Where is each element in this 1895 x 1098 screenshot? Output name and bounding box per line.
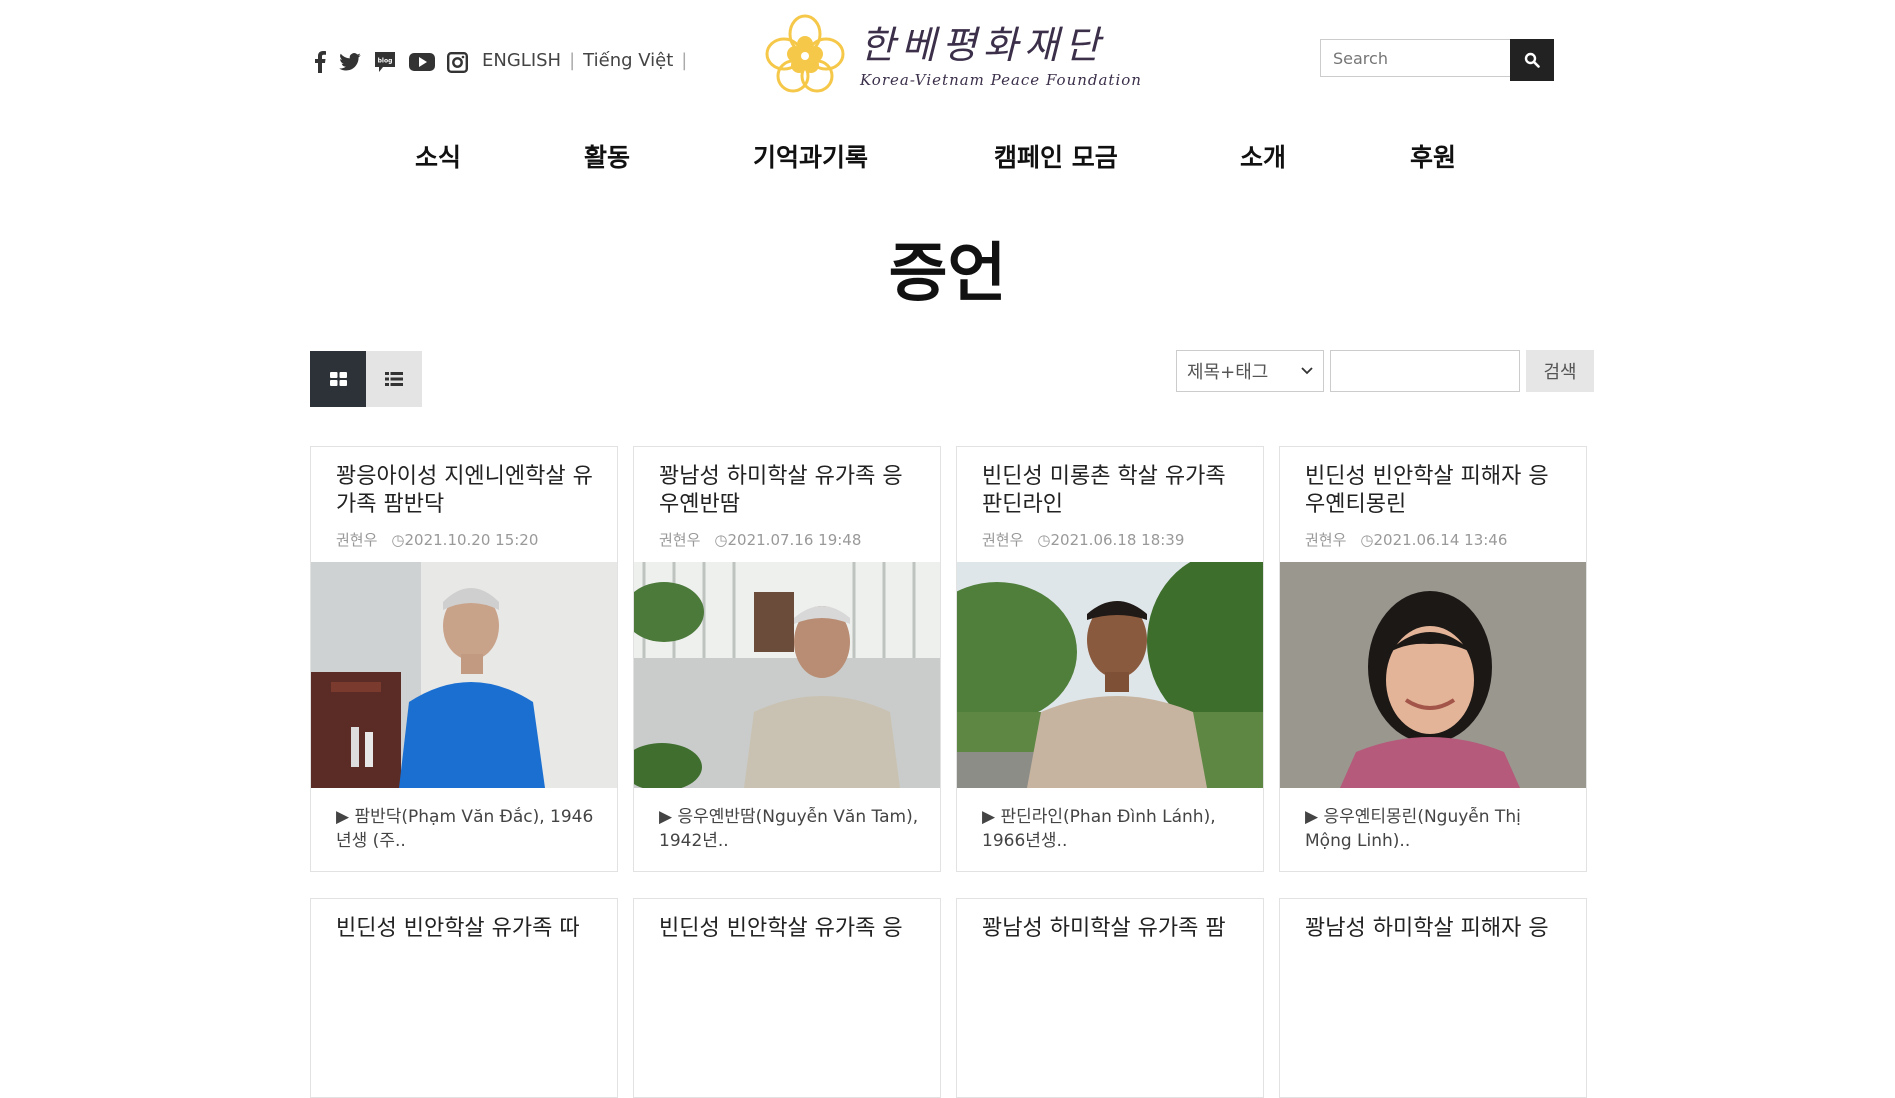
nav-item-memory-records[interactable]: 기억과기록 [753, 138, 868, 174]
twitter-icon[interactable] [339, 53, 361, 71]
keyword-input[interactable] [1330, 350, 1520, 392]
search-input[interactable] [1320, 39, 1510, 77]
divider: | [681, 50, 688, 71]
post-date-wrap: ◷2021.07.16 19:48 [714, 531, 861, 549]
post-date: 2021.06.18 18:39 [1050, 531, 1185, 549]
list-icon [385, 372, 403, 386]
facebook-icon[interactable] [313, 51, 327, 73]
post-author: 권현우 [982, 531, 1024, 549]
nav-item-activities[interactable]: 활동 [584, 138, 630, 174]
nav-item-about[interactable]: 소개 [1240, 138, 1286, 174]
post-author: 권현우 [659, 531, 701, 549]
logo-korean-text: 한베평화재단 [860, 23, 1106, 67]
post-excerpt: ▶ 응우옌티몽린(Nguyễn Thị Mộng Linh).. [1305, 807, 1521, 851]
page-title: 증언 [888, 237, 1007, 311]
post-card[interactable]: 빈딘성 미롱촌 학살 유가족 판딘라인 권현우 ◷2021.06.18 18:39… [956, 446, 1264, 872]
post-meta: 권현우 ◷2021.06.18 18:39 [982, 529, 1184, 550]
post-date-wrap: ◷2021.10.20 15:20 [391, 531, 538, 549]
post-date: 2021.07.16 19:48 [727, 531, 862, 549]
post-card[interactable]: 꽝남성 하미학살 유가족 팜 [956, 898, 1264, 1098]
post-date-wrap: ◷2021.06.14 13:46 [1360, 531, 1507, 549]
post-title[interactable]: 꽝응아이성 지엔니엔학살 유가족 팜반닥 [336, 463, 596, 519]
post-card[interactable]: 빈딘성 빈안학살 유가족 응 [633, 898, 941, 1098]
search-field-select-value: 제목+태그 [1187, 362, 1269, 383]
clock-icon: ◷ [391, 531, 405, 549]
post-author: 권현우 [1305, 531, 1347, 549]
blog-icon[interactable]: blog [373, 50, 397, 74]
flower-logo-icon [765, 14, 845, 93]
post-card[interactable]: 빈딘성 빈안학살 유가족 따 [310, 898, 618, 1098]
post-date: 2021.10.20 15:20 [404, 531, 539, 549]
lang-english-link[interactable]: ENGLISH [482, 50, 561, 71]
post-thumbnail[interactable] [1280, 562, 1586, 788]
youtube-icon[interactable] [409, 52, 435, 72]
clock-icon: ◷ [1037, 531, 1051, 549]
post-card[interactable]: 꽝남성 하미학살 피해자 응 [1279, 898, 1587, 1098]
grid-icon [329, 372, 347, 386]
nav-item-news[interactable]: 소식 [415, 138, 461, 174]
social-links: blog [313, 50, 468, 74]
site-search [1320, 39, 1554, 81]
post-meta: 권현우 ◷2021.10.20 15:20 [336, 529, 538, 550]
board-search-button[interactable]: 검색 [1526, 350, 1594, 392]
post-title[interactable]: 꽝남성 하미학살 유가족 팜 [982, 915, 1242, 943]
nav-item-support[interactable]: 후원 [1410, 138, 1456, 174]
post-date: 2021.06.14 13:46 [1373, 531, 1508, 549]
post-thumbnail[interactable] [957, 562, 1263, 788]
search-icon [1524, 52, 1540, 68]
post-thumbnail[interactable] [634, 562, 940, 788]
post-thumbnail[interactable] [311, 562, 617, 788]
clock-icon: ◷ [1360, 531, 1374, 549]
board-search: 제목+태그 검색 [1176, 350, 1594, 392]
search-field-select[interactable]: 제목+태그 [1176, 350, 1324, 392]
post-card[interactable]: 꽝남성 하미학살 유가족 응우옌반땀 권현우 ◷2021.07.16 19:48 … [633, 446, 941, 872]
post-excerpt: ▶ 판딘라인(Phan Đình Lánh), 1966년생.. [982, 807, 1216, 851]
post-title[interactable]: 꽝남성 하미학살 유가족 응우옌반땀 [659, 463, 919, 519]
post-title[interactable]: 꽝남성 하미학살 피해자 응 [1305, 915, 1565, 943]
search-button[interactable] [1510, 39, 1554, 81]
post-meta: 권현우 ◷2021.06.14 13:46 [1305, 529, 1507, 550]
lang-vietnamese-link[interactable]: Tiếng Việt [583, 50, 673, 71]
clock-icon: ◷ [714, 531, 728, 549]
post-meta: 권현우 ◷2021.07.16 19:48 [659, 529, 861, 550]
instagram-icon[interactable] [447, 51, 468, 73]
post-card[interactable]: 빈딘성 빈안학살 피해자 응우옌티몽린 권현우 ◷2021.06.14 13:46… [1279, 446, 1587, 872]
chevron-down-icon [1301, 367, 1313, 375]
post-excerpt: ▶ 응우옌반땀(Nguyễn Văn Tam), 1942년.. [659, 807, 919, 851]
post-title[interactable]: 빈딘성 빈안학살 유가족 따 [336, 915, 596, 943]
nav-item-campaign[interactable]: 캠페인 모금 [994, 138, 1118, 174]
post-title[interactable]: 빈딘성 빈안학살 피해자 응우옌티몽린 [1305, 463, 1565, 519]
site-logo[interactable]: 한베평화재단 Korea-Vietnam Peace Foundation [764, 14, 1142, 96]
post-author: 권현우 [336, 531, 378, 549]
post-card[interactable]: 꽝응아이성 지엔니엔학살 유가족 팜반닥 권현우 ◷2021.10.20 15:2… [310, 446, 618, 872]
logo-english-text: Korea-Vietnam Peace Foundation [860, 71, 1142, 89]
post-title[interactable]: 빈딘성 빈안학살 유가족 응 [659, 915, 919, 943]
post-excerpt: ▶ 팜반닥(Phạm Văn Đắc), 1946년생 (주.. [336, 807, 594, 851]
view-toggle [310, 351, 422, 407]
list-view-button[interactable] [366, 351, 422, 407]
post-date-wrap: ◷2021.06.18 18:39 [1037, 531, 1184, 549]
post-title[interactable]: 빈딘성 미롱촌 학살 유가족 판딘라인 [982, 463, 1242, 519]
blog-icon-label: blog [378, 58, 393, 65]
grid-view-button[interactable] [310, 351, 366, 407]
language-links: ENGLISH | Tiếng Việt | [482, 50, 687, 71]
divider: | [569, 50, 576, 71]
